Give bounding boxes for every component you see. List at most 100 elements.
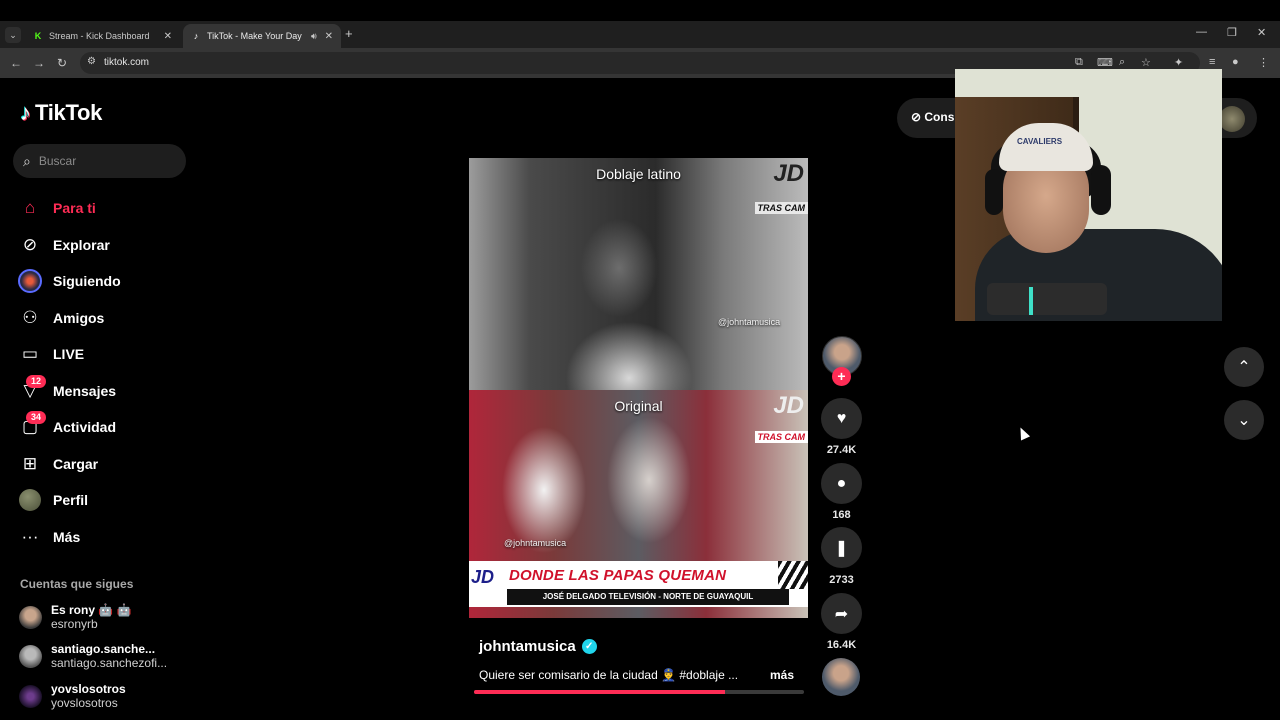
heart-icon: ♥ (836, 409, 847, 427)
creator-handle[interactable]: johntamusica (479, 638, 576, 655)
sidebar-item-label: Más (53, 528, 81, 545)
url-text[interactable]: tiktok.com (104, 57, 149, 68)
avatar (19, 644, 42, 668)
minimize-icon[interactable]: — (1196, 26, 1207, 38)
tiktok-icon: ♪ (193, 31, 199, 41)
save-count: 2733 (829, 574, 854, 586)
next-video-button[interactable]: ⌄ (1224, 400, 1264, 440)
coin-icon: ⊘ (911, 110, 925, 124)
avatar (19, 684, 42, 708)
install-app-icon[interactable]: ⧉ (1075, 56, 1083, 69)
tab-kick-dashboard[interactable]: K Stream - Kick Dashboard ✕ (25, 24, 180, 48)
following-avatar-icon (18, 269, 42, 294)
sidebar-nav: ⌂ Para ti ⊘ Explorar Siguiendo ⚇ Amigos … (18, 190, 188, 555)
sidebar-item-live[interactable]: ▭ LIVE (18, 336, 188, 373)
live-tv-icon: ▭ (21, 344, 39, 364)
video-player[interactable]: Doblaje latino Original JD TRAS CAM JD T… (469, 158, 808, 618)
microphone-led (1029, 287, 1033, 315)
activity-badge: 34 (26, 411, 46, 425)
follow-plus-icon[interactable]: + (832, 367, 851, 386)
sidebar-item-label: Amigos (53, 309, 105, 326)
back-arrow-icon[interactable]: ← (10, 56, 22, 70)
video-brand-top: JD (773, 160, 804, 187)
friends-icon: ⚇ (22, 307, 38, 327)
new-tab-button[interactable]: + (345, 26, 353, 41)
save-button[interactable]: ❚ (821, 527, 862, 568)
restore-icon[interactable]: ❐ (1227, 26, 1237, 39)
video-top-frame (469, 158, 808, 390)
sidebar-item-label: Siguiendo (53, 273, 121, 290)
sidebar-item-cargar[interactable]: ⊞ Cargar (18, 446, 188, 483)
sidebar-item-mas[interactable]: ··· Más (18, 519, 188, 556)
video-tag-bottom: TRAS CAM (754, 431, 808, 443)
video-progress-fill (474, 690, 725, 694)
video-brand-bottom: JD (773, 392, 804, 419)
chevron-up-icon: ⌃ (1237, 359, 1251, 376)
sidebar-item-perfil[interactable]: Perfil (18, 482, 188, 519)
creator-name[interactable]: johntamusica ✓ (479, 638, 597, 655)
comment-button[interactable]: ● (821, 463, 862, 504)
video-progress-bar[interactable] (474, 690, 804, 694)
extensions-icon[interactable]: ✦ (1174, 56, 1183, 69)
site-info-icon[interactable]: ⚙ (87, 56, 96, 67)
headphones-right (1091, 165, 1111, 215)
account-handle: esronyrb (51, 617, 98, 631)
user-avatar[interactable] (1219, 106, 1245, 132)
reload-icon[interactable]: ↻ (57, 56, 67, 70)
forward-arrow-icon[interactable]: → (33, 56, 45, 70)
sidebar-item-explorar[interactable]: ⊘ Explorar (18, 227, 188, 264)
previous-video-button[interactable]: ⌃ (1224, 347, 1264, 387)
close-window-icon[interactable]: ✕ (1257, 26, 1266, 39)
tiktok-icon: ♪ (20, 100, 31, 125)
video-watermark: @johntamusica (504, 538, 567, 548)
account-name: Es rony 🤖 🤖 (51, 603, 132, 617)
tab-search-dropdown-icon[interactable]: ⌄ (5, 27, 21, 43)
music-disc-avatar[interactable] (822, 658, 860, 696)
following-account[interactable]: santiago.sanche... santiago.sanchezofi..… (19, 639, 189, 673)
account-name: santiago.sanche... (51, 642, 156, 656)
search-box[interactable]: ⌕ (13, 144, 186, 178)
share-count: 16.4K (826, 639, 857, 651)
video-caption: Quiere ser comisario de la ciudad 👮‍♂️ #… (479, 668, 739, 682)
upload-icon: ⊞ (22, 453, 38, 473)
sidebar-item-label: Para ti (53, 200, 96, 217)
browser-tab-strip: ⌄ K Stream - Kick Dashboard ✕ ♪ TikTok -… (0, 21, 1280, 48)
caption-more-button[interactable]: más (770, 668, 794, 682)
profile-avatar-icon (18, 488, 42, 512)
video-label-bottom: Original (614, 398, 663, 414)
verified-icon: ✓ (581, 639, 597, 654)
tiktok-logo[interactable]: ♪ TikTok (20, 100, 102, 126)
sidebar-item-amigos[interactable]: ⚇ Amigos (18, 300, 188, 337)
tab-tiktok[interactable]: ♪ TikTok - Make Your Day 🔊︎ ✕ (183, 24, 341, 48)
avatar (19, 605, 42, 629)
sidebar-item-label: Perfil (53, 492, 89, 509)
tab-title: Stream - Kick Dashboard (49, 31, 150, 41)
like-button[interactable]: ♥ (821, 398, 862, 439)
browser-menu-icon[interactable]: ⋮ (1258, 56, 1269, 69)
sidebar-item-siguiendo[interactable]: Siguiendo (18, 263, 188, 300)
zoom-icon[interactable]: ⌕ (1119, 56, 1125, 69)
messages-badge: 12 (26, 374, 46, 388)
tab-close-icon[interactable]: ✕ (164, 31, 172, 42)
logo-text: TikTok (35, 100, 103, 125)
search-input[interactable] (38, 154, 159, 168)
sidebar-item-para-ti[interactable]: ⌂ Para ti (18, 190, 188, 227)
following-section-title: Cuentas que sigues (20, 577, 134, 591)
share-button[interactable]: ➦ (821, 593, 862, 634)
sidebar-item-label: Actividad (53, 419, 117, 436)
account-name: yovslosotros (51, 682, 126, 696)
home-icon: ⌂ (24, 198, 36, 218)
bookmark-star-icon[interactable]: ☆ (1141, 56, 1151, 69)
speaker-icon[interactable]: 🔊︎ (311, 31, 317, 42)
translate-icon[interactable]: ⌨ (1097, 56, 1113, 69)
sidebar-item-actividad[interactable]: ▢ 34 Actividad (18, 409, 188, 446)
profile-icon[interactable]: ● (1232, 56, 1239, 68)
tab-close-icon[interactable]: ✕ (325, 31, 333, 42)
following-account[interactable]: Es rony 🤖 🤖 esronyrb (19, 600, 189, 634)
webcam-cap-logo: CAVALIERS (1017, 137, 1063, 146)
following-account[interactable]: yovslosotros yovslosotros (19, 679, 189, 713)
banner-subtitle: JOSÉ DELGADO TELEVISIÓN - NORTE DE GUAYA… (507, 589, 789, 605)
sidebar-item-mensajes[interactable]: ▽ 12 Mensajes (18, 373, 188, 410)
video-watermark: @johntamusica (718, 317, 781, 327)
reading-list-icon[interactable]: ≡ (1209, 56, 1215, 68)
